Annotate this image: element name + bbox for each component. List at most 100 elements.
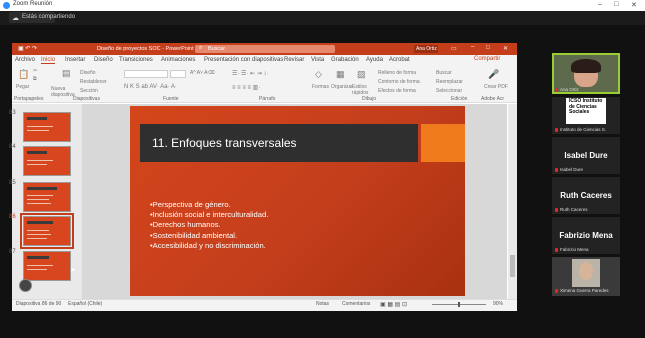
reset-button[interactable]: Restablecer (80, 79, 107, 85)
participant-name: Isabel Dure (564, 151, 608, 160)
dictate-icon[interactable]: 🎤 (488, 69, 499, 80)
thumbnail-number: 85 (9, 180, 16, 186)
group-font: Fuente (163, 96, 179, 102)
quick-styles-button[interactable]: Estilos rápidos (352, 84, 374, 96)
font-size-dropdown[interactable] (170, 70, 186, 78)
participant-caption: Ruth Caceres (560, 207, 588, 212)
scrollbar-thumb[interactable] (510, 255, 515, 277)
arrange-button[interactable]: Organizar (331, 84, 353, 90)
close-icon[interactable]: ✕ (631, 1, 637, 9)
list-icons[interactable]: ☰· ☰· ⇤ ⇥ ↕· (232, 70, 268, 77)
thumbnail-number: 83 (9, 110, 16, 116)
zoom-level[interactable]: 90% (493, 301, 503, 307)
tab-grabacion[interactable]: Grabación (331, 57, 359, 63)
ppt-close-icon[interactable]: ✕ (503, 45, 508, 52)
sharing-label: Estás compartiendo (22, 14, 76, 20)
zoom-app-icon (3, 2, 10, 9)
participant-caption: Ana Ortiz (560, 87, 579, 92)
mic-muted-icon (555, 88, 558, 92)
font-name-dropdown[interactable] (124, 70, 168, 78)
shape-effects-button[interactable]: Efectos de forma (378, 88, 416, 94)
user-name: Ana Ortiz (416, 46, 437, 52)
quick-styles-icon[interactable]: ▨ (357, 69, 366, 80)
participant-caption: Fabrizio Mena (560, 247, 589, 252)
select-button[interactable]: Seleccionar (436, 88, 462, 94)
slide-thumbnail[interactable] (23, 251, 71, 281)
presenter-avatar (19, 279, 32, 292)
share-button[interactable]: Compartir (474, 56, 500, 62)
create-pdf-button[interactable]: Crear PDF (484, 84, 508, 90)
shapes-button[interactable]: Formas (312, 84, 329, 90)
thumbnail-number: 87 (9, 249, 16, 255)
icso-logo-text: ICSO Instituto de Ciencias Sociales (569, 98, 603, 115)
shape-outline-button[interactable]: Contorno de forma (378, 79, 420, 85)
save-icon[interactable]: ▣ ↶ ↷ (18, 45, 37, 52)
new-slide-icon[interactable]: ▤ (62, 68, 71, 79)
language-indicator[interactable]: Español (Chile) (68, 301, 102, 307)
tab-transiciones[interactable]: Transiciones (119, 57, 153, 63)
tab-animaciones[interactable]: Animaciones (161, 57, 195, 63)
maximize-icon[interactable]: □ (614, 1, 618, 8)
participant-hair (571, 59, 601, 73)
cut-icon[interactable]: ✂ (33, 68, 37, 74)
slide-accent-block (421, 124, 465, 162)
tab-acrobat[interactable]: Acrobat (389, 57, 410, 63)
share-toolbar (0, 11, 645, 25)
font-format-icons[interactable]: N K S ab AV· Aa· A· (124, 84, 177, 90)
arrange-icon[interactable]: ▦ (336, 69, 345, 80)
bullet-item: •Sostenibilidad ambiental. (150, 230, 238, 240)
zoom-slider-thumb[interactable] (458, 302, 460, 307)
zoom-window-title: Zoom Reunión (13, 1, 53, 7)
slide-thumbnail[interactable] (23, 182, 71, 212)
tab-presentacion[interactable]: Presentación con diapositivas (204, 57, 283, 63)
thumbnail-number: 84 (9, 144, 16, 150)
slide-thumbnail-selected[interactable] (20, 213, 74, 249)
shape-fill-button[interactable]: Relleno de forma (378, 70, 416, 76)
tab-insertar[interactable]: Insertar (65, 57, 85, 63)
participant-caption: Ximena Guerra Paredes (560, 288, 609, 293)
align-icons[interactable]: ≡ ≡ ≡ ≡ ▥· (232, 84, 260, 91)
participant-face (579, 262, 593, 280)
tab-vista[interactable]: Vista (311, 57, 324, 63)
notes-button[interactable]: Notas (316, 301, 329, 307)
thumbnail-number: 86 (9, 214, 16, 220)
bullet-item: •Inclusión social e interculturalidad. (150, 210, 269, 220)
group-clipboard: Portapapeles (14, 96, 44, 102)
search-icon: ⌕ (199, 45, 203, 51)
group-editing: Edición (451, 96, 468, 102)
paste-button[interactable]: Pegar (16, 84, 29, 90)
ribbon-display-icon[interactable]: ▭ (451, 45, 457, 52)
slide-counter: Diapositiva 86 de 90 (16, 301, 62, 307)
mic-muted-icon (555, 289, 558, 293)
cloud-share-icon: ☁ (12, 15, 19, 22)
view-buttons[interactable]: ▣ ▦ ▤ ⊡ (380, 301, 407, 308)
font-grow-icon[interactable]: A^ A˅ A⌫ (190, 70, 215, 76)
group-adobe: Adobe Acr (481, 96, 505, 102)
layout-button[interactable]: Diseño (80, 70, 96, 76)
tab-archivo[interactable]: Archivo (15, 57, 35, 63)
cursor-icon: ➤ (70, 267, 76, 274)
participant-name: Fabrizio Mena (559, 231, 613, 240)
slide-title[interactable]: 11. Enfoques transversales (152, 136, 297, 150)
ppt-minimize-icon[interactable]: – (471, 44, 474, 50)
slide-bullet-list[interactable]: •Perspectiva de género. •Inclusión socia… (150, 200, 410, 251)
mic-muted-icon (555, 208, 558, 212)
slide-thumbnail[interactable] (23, 146, 71, 176)
section-button[interactable]: Sección (80, 88, 98, 94)
group-drawing: Dibujo (362, 96, 377, 102)
tab-revisar[interactable]: Revisar (284, 57, 304, 63)
replace-button[interactable]: Reemplazar (436, 79, 463, 85)
slide-thumbnail[interactable] (23, 112, 71, 142)
copy-icon[interactable]: ⧉ (33, 76, 37, 82)
comments-button[interactable]: Comentarios (342, 301, 370, 307)
tab-inicio[interactable]: Inicio (41, 57, 56, 64)
paste-icon[interactable]: 📋 (18, 69, 29, 80)
mic-muted-icon (555, 248, 558, 252)
mic-muted-icon (555, 128, 558, 132)
tab-diseno[interactable]: Diseño (94, 57, 113, 63)
shapes-icon[interactable]: ◇ (315, 69, 322, 80)
tab-ayuda[interactable]: Ayuda (366, 57, 383, 63)
find-button[interactable]: Buscar (436, 70, 452, 76)
ppt-maximize-icon[interactable]: □ (486, 45, 490, 51)
minimize-icon[interactable]: – (598, 1, 602, 8)
